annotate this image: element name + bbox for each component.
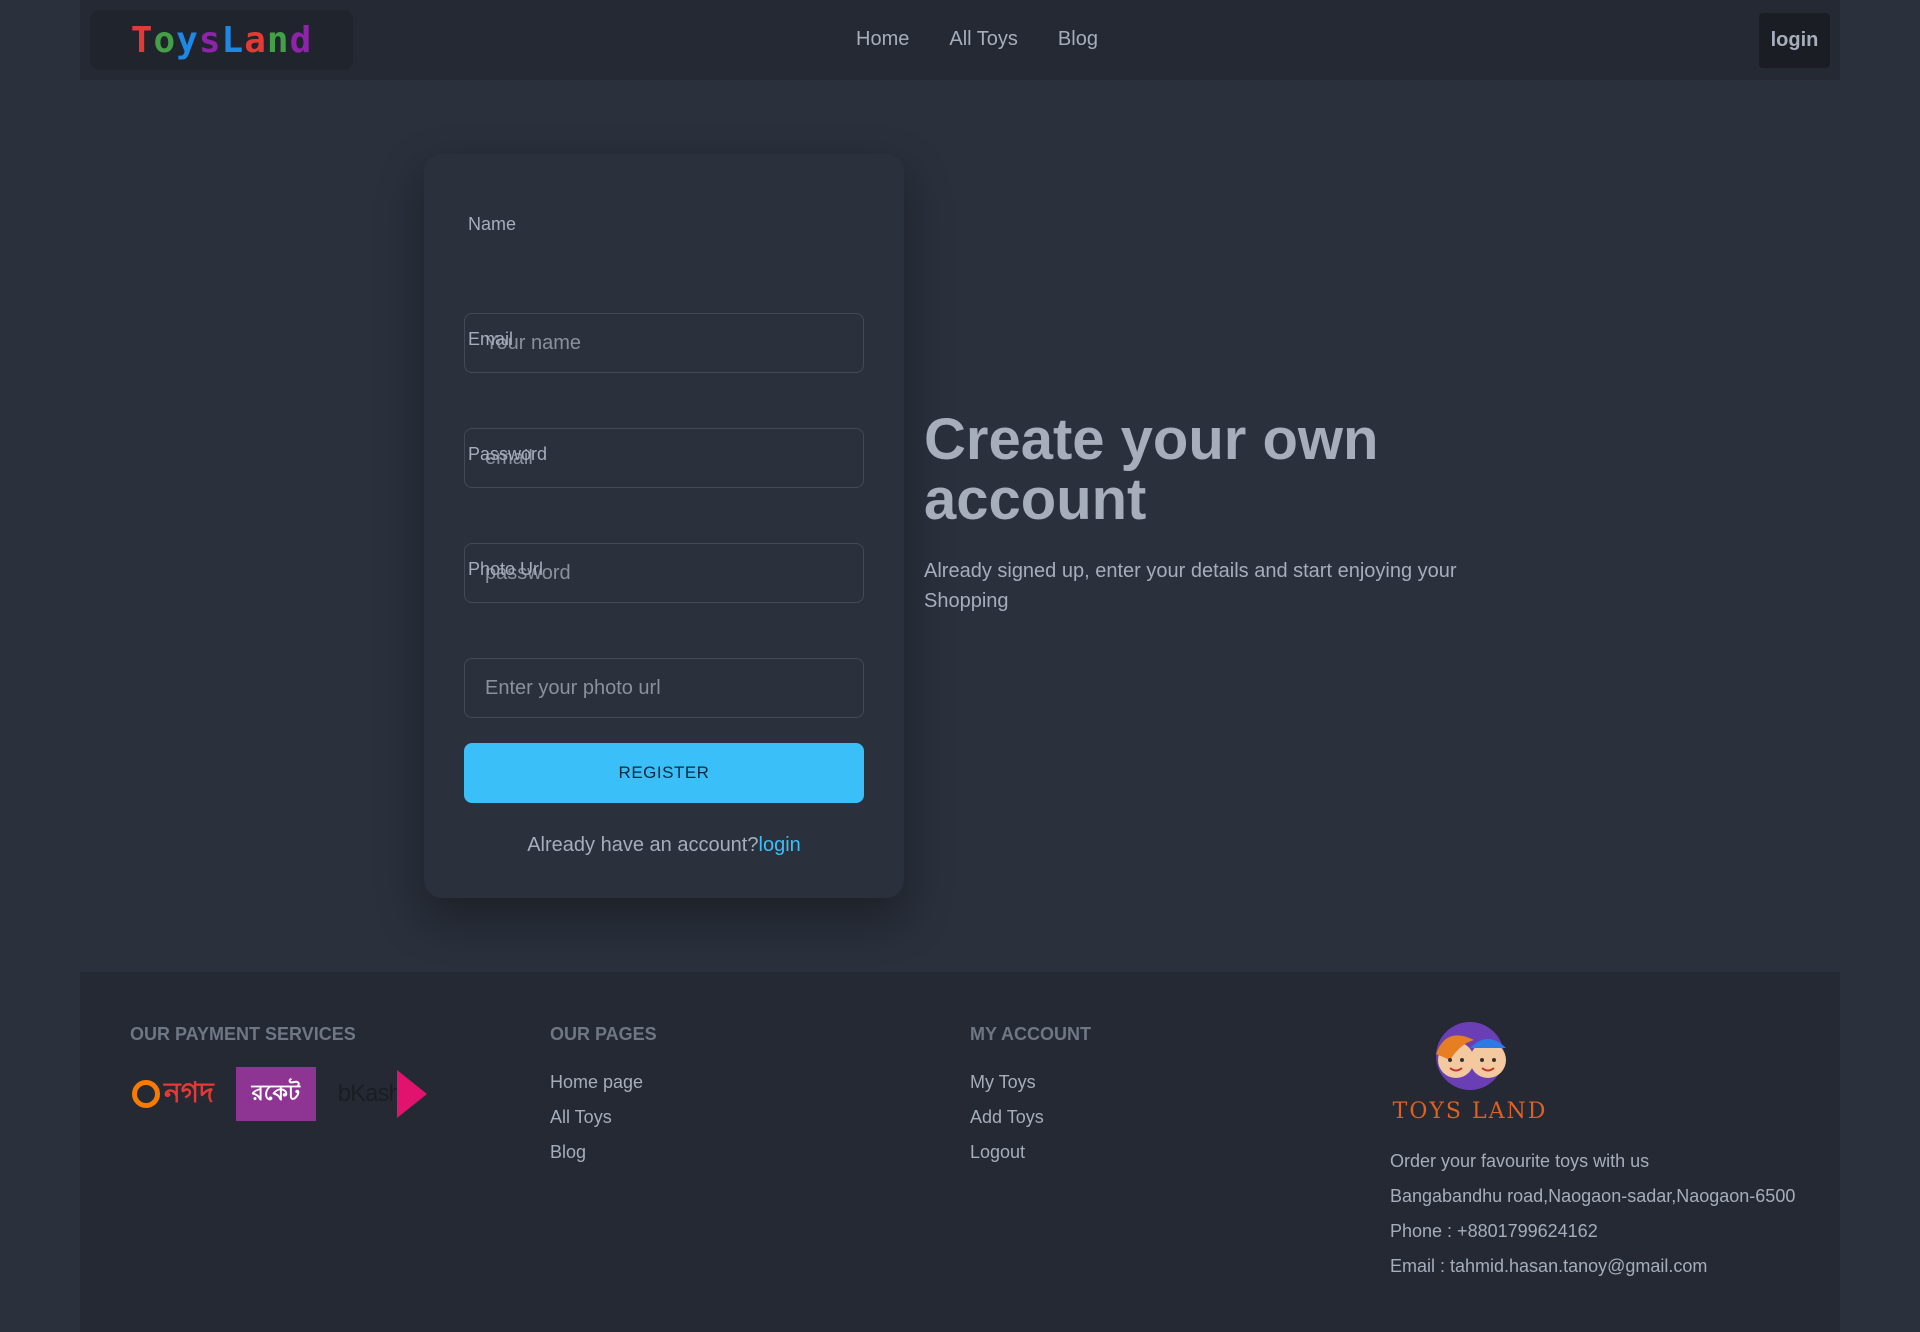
name-input[interactable]: [464, 313, 864, 373]
logo-letter: a: [244, 19, 267, 61]
navbar: ToysLand Home All Toys Blog login: [80, 0, 1840, 80]
hero-text: Create your own account Already signed u…: [924, 410, 1484, 616]
logo-letter: T: [130, 19, 154, 61]
payment-title: OUR PAYMENT SERVICES: [130, 1024, 356, 1044]
footer-link-blog[interactable]: Blog: [550, 1135, 657, 1170]
nav-link-all-toys[interactable]: All Toys: [929, 22, 1038, 57]
already-text: Already have an account?: [527, 834, 759, 856]
register-button[interactable]: REGISTER: [464, 743, 864, 803]
kids-logo-icon: TOYS LAND: [1393, 1022, 1548, 1124]
nav-link-blog[interactable]: Blog: [1038, 22, 1118, 57]
footer-tagline: Order your favourite toys with us: [1390, 1151, 1650, 1171]
footer-link-home-page[interactable]: Home page: [550, 1065, 657, 1100]
email-label: Email: [468, 329, 514, 349]
footer-pages: OUR PAGES Home page All Toys Blog: [550, 1024, 657, 1170]
footer-account: MY ACCOUNT My Toys Add Toys Logout: [970, 1024, 1091, 1170]
register-card: Name Email Password Photo Url REGISTER A…: [424, 154, 904, 898]
password-label: Password: [468, 444, 548, 464]
hero-title: Create your own account: [924, 407, 1379, 532]
bkash-bird-icon: [396, 1070, 427, 1118]
footer-link-all-toys[interactable]: All Toys: [550, 1100, 657, 1135]
name-label: Name: [468, 214, 517, 234]
nagad-logo: নগদ: [132, 1071, 214, 1118]
footer-address: Bangabandhu road,Naogaon-sadar,Naogaon-6…: [1390, 1186, 1796, 1206]
footer-link-logout[interactable]: Logout: [970, 1135, 1091, 1170]
payment-logos: নগদ রকেট bKash: [132, 1067, 427, 1121]
footer-link-my-toys[interactable]: My Toys: [970, 1065, 1091, 1100]
logo-letter: y: [176, 19, 199, 61]
pages-title: OUR PAGES: [550, 1024, 657, 1044]
logo-letter: n: [266, 19, 290, 61]
toys-land-logo: TOYS LAND: [1390, 1022, 1550, 1140]
hero-subtitle: Already signed up, enter your details an…: [924, 560, 1457, 612]
account-title: MY ACCOUNT: [970, 1024, 1091, 1044]
logo-letter: d: [289, 19, 313, 61]
bkash-logo: bKash: [338, 1070, 427, 1118]
footer-link-add-toys[interactable]: Add Toys: [970, 1100, 1091, 1135]
nav-link-home[interactable]: Home: [836, 22, 929, 57]
footer-email: Email : tahmid.hasan.tanoy@gmail.com: [1390, 1256, 1708, 1276]
photo-url-label: Photo Url: [468, 559, 544, 579]
login-link[interactable]: login: [759, 834, 801, 856]
logo[interactable]: ToysLand: [90, 10, 353, 70]
register-hero: Name Email Password Photo Url REGISTER A…: [80, 80, 1840, 972]
logo-text: ToysLand: [131, 20, 313, 61]
svg-text:TOYS LAND: TOYS LAND: [1393, 1099, 1548, 1124]
footer-payment: OUR PAYMENT SERVICES: [130, 1024, 356, 1065]
login-button[interactable]: login: [1759, 13, 1830, 68]
rocket-logo: রকেট: [235, 1067, 316, 1121]
page: ToysLand Home All Toys Blog login Name E…: [80, 0, 1840, 1332]
logo-letter: s: [198, 19, 222, 61]
already-have-account: Already have an account?login: [424, 834, 904, 857]
logo-letter: L: [221, 19, 245, 61]
footer: OUR PAYMENT SERVICES নগদ রকেট bKash OUR …: [80, 972, 1840, 1332]
footer-phone: Phone : +8801799624162: [1390, 1221, 1598, 1241]
photo-url-input[interactable]: [464, 658, 864, 718]
footer-brand: TOYS LAND Order your favourite toys with…: [1390, 1022, 1796, 1284]
nav-links: Home All Toys Blog: [836, 22, 1118, 57]
logo-letter: o: [153, 19, 177, 61]
nagad-ring-icon: [132, 1080, 160, 1108]
